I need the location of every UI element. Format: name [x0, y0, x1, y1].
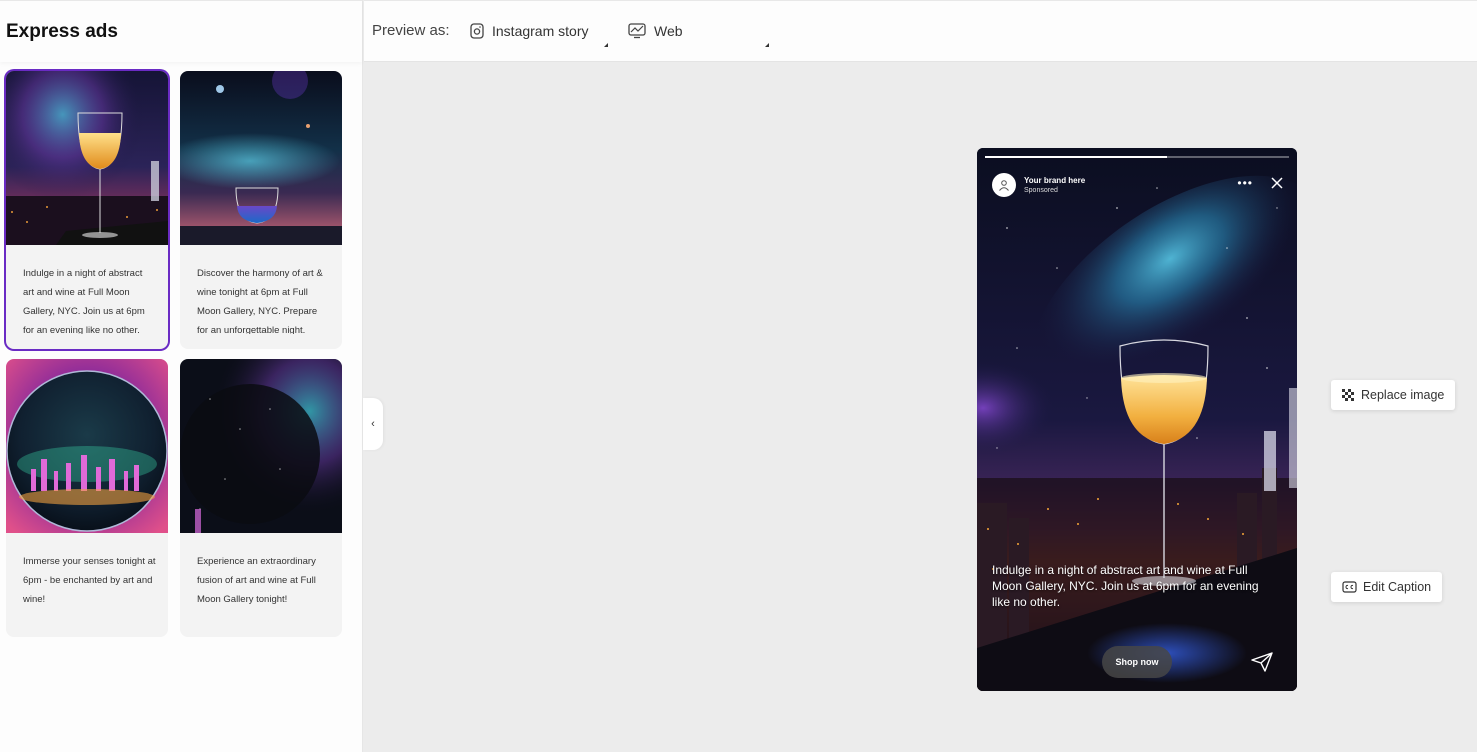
ad-thumbnail [180, 71, 342, 245]
instagram-story-preview: Your brand here Sponsored ••• Indulge in… [977, 148, 1297, 691]
ad-card-2[interactable]: Discover the harmony of art & wine tonig… [180, 71, 342, 349]
checkerboard-icon [1342, 388, 1354, 401]
brand-text: Your brand here Sponsored [1024, 176, 1085, 194]
story-brand: Your brand here Sponsored [992, 173, 1085, 197]
preview-option-label: Web [654, 23, 683, 39]
sidebar-title: Express ads [6, 21, 118, 42]
caption-icon [1342, 581, 1357, 593]
ad-thumbnail [6, 359, 168, 533]
more-options-icon[interactable]: ••• [1237, 176, 1253, 190]
close-icon[interactable] [1271, 176, 1283, 194]
sponsored-label: Sponsored [1024, 187, 1058, 194]
instagram-icon [470, 23, 484, 39]
avatar [992, 173, 1016, 197]
ad-thumbnail [180, 359, 342, 533]
ad-thumbnail [6, 71, 168, 245]
story-progress-fill [985, 156, 1168, 158]
preview-topbar: Preview as: Instagram story Web [364, 0, 1477, 62]
collapse-sidebar-button[interactable]: ‹ [363, 398, 383, 450]
ad-card-4[interactable]: Experience an extraordinary fusion of ar… [180, 359, 342, 637]
replace-image-button[interactable]: Replace image [1331, 380, 1456, 410]
ad-caption: Discover the harmony of art & wine tonig… [197, 268, 323, 334]
ad-card-3[interactable]: Immerse your senses tonight at 6pm - be … [6, 359, 168, 637]
preview-label: Preview as: [372, 22, 450, 39]
ad-caption: Immerse your senses tonight at 6pm - be … [23, 556, 156, 605]
chevron-left-icon: ‹ [371, 418, 375, 430]
dropdown-corner-icon [604, 43, 608, 47]
ads-sidebar: Express ads Indulge in a night of abstra… [0, 0, 363, 752]
story-caption: Indulge in a night of abstract art and w… [992, 563, 1259, 609]
replace-image-label: Replace image [1361, 388, 1445, 402]
edit-caption-label: Edit Caption [1363, 580, 1432, 594]
monitor-icon [628, 23, 646, 39]
sidebar-header: Express ads [0, 0, 362, 62]
send-icon[interactable] [1251, 652, 1273, 677]
brand-name: Your brand here [1024, 176, 1086, 185]
preview-option-label: Instagram story [492, 23, 589, 39]
express-ads-app: Express ads Indulge in a night of abstra… [0, 0, 1477, 752]
preview-option-web[interactable]: Web [628, 18, 769, 47]
preview-option-instagram[interactable]: Instagram story [470, 18, 608, 47]
ad-caption: Experience an extraordinary fusion of ar… [197, 556, 316, 605]
dropdown-corner-icon [765, 43, 769, 47]
story-progress-bar [985, 156, 1289, 158]
edit-caption-button[interactable]: Edit Caption [1331, 572, 1443, 602]
ad-card-1[interactable]: Indulge in a night of abstract art and w… [6, 71, 168, 349]
user-icon [999, 180, 1009, 191]
ad-caption: Indulge in a night of abstract art and w… [23, 268, 145, 334]
shop-now-button[interactable]: Shop now [1102, 646, 1172, 678]
